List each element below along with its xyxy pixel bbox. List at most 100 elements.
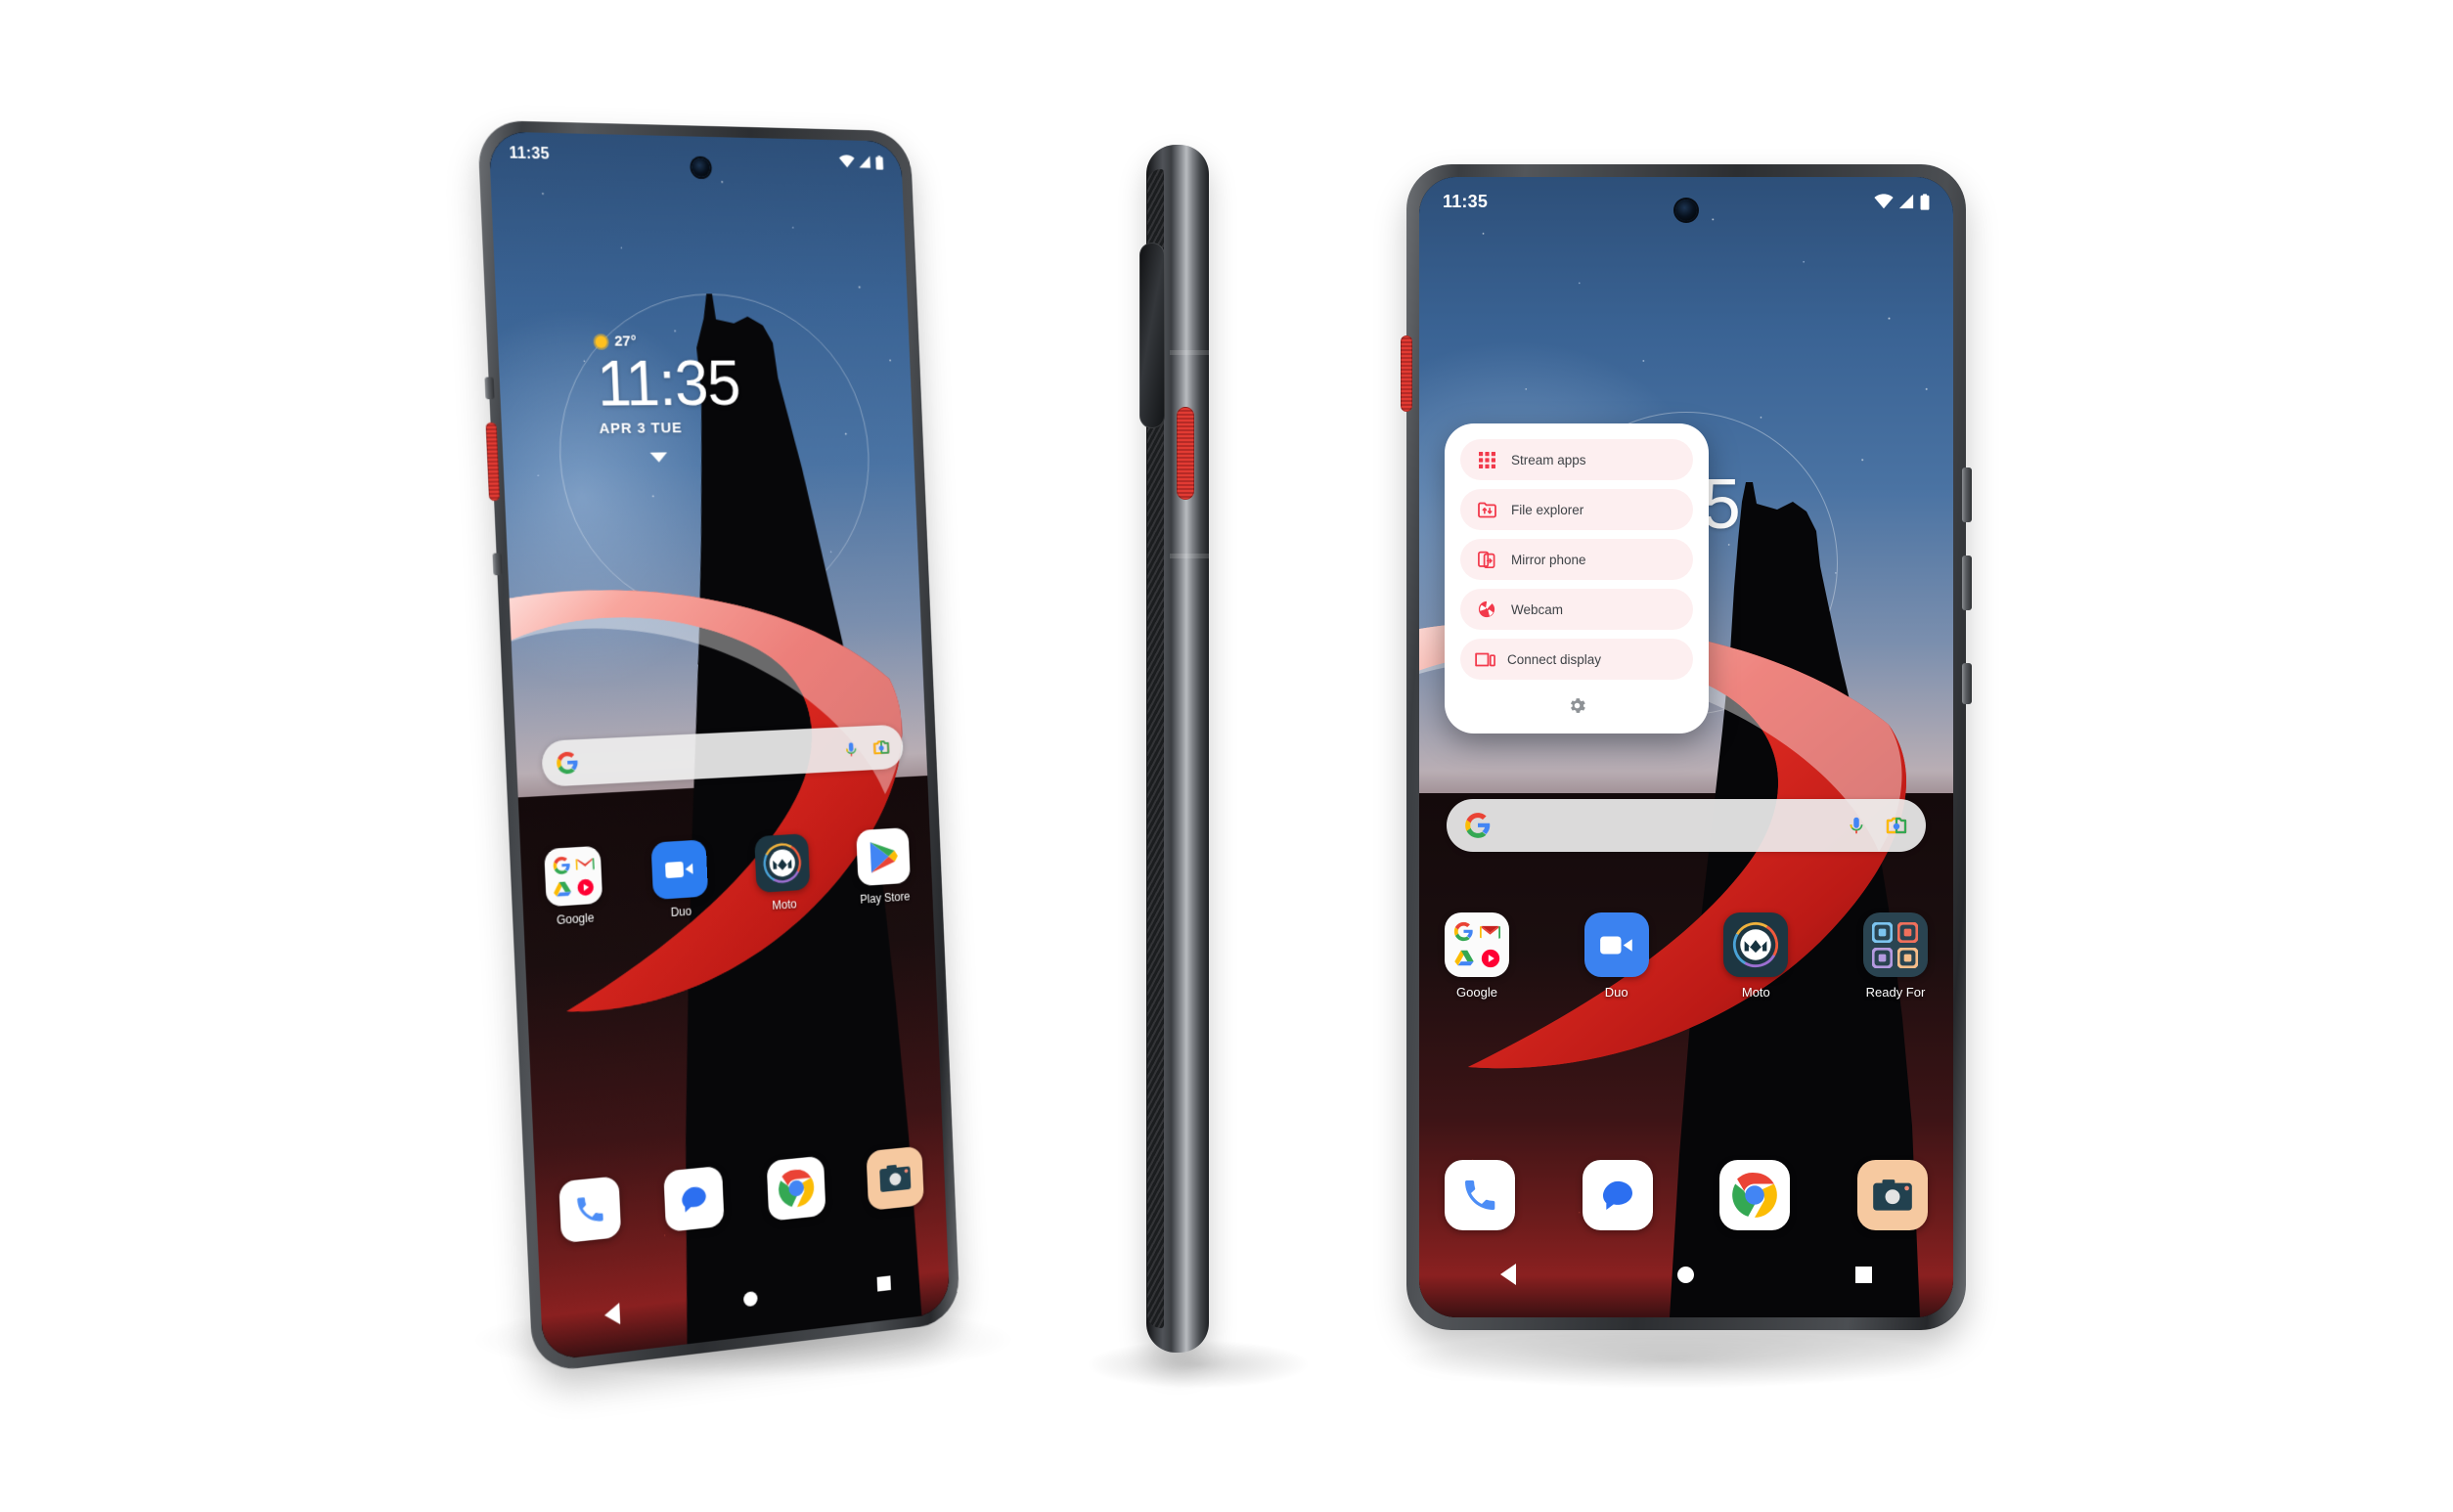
antenna-seam-top — [1170, 350, 1209, 355]
google-folder-icon — [544, 845, 603, 908]
gmail-icon — [1480, 925, 1500, 939]
camera-icon[interactable] — [866, 1145, 924, 1212]
volume-down-button[interactable] — [1962, 556, 1972, 610]
folder-cell-gmail — [1480, 924, 1500, 940]
home-icon[interactable] — [1676, 1266, 1694, 1283]
clock-widget-left[interactable]: 27° 11:35 APR 3 TUE — [595, 333, 742, 463]
handset-glyph — [1465, 1180, 1495, 1210]
folder-cell-drive — [553, 880, 572, 897]
app-google-folder[interactable]: Google — [544, 845, 603, 928]
home-icon[interactable] — [742, 1290, 758, 1307]
phone-handset-icon[interactable] — [558, 1176, 622, 1244]
ready-tile-blue — [1872, 921, 1894, 943]
ready-for-item-label: Stream apps — [1511, 452, 1586, 467]
folder-cell-gmail — [574, 856, 595, 871]
google-lens-icon[interactable] — [1885, 814, 1908, 837]
status-icons — [838, 155, 884, 170]
volume-up-button[interactable] — [1962, 467, 1972, 522]
chrome-icon[interactable] — [766, 1155, 826, 1222]
connect-display-icon — [1473, 652, 1496, 667]
wifi-icon — [838, 155, 855, 168]
app-duo[interactable]: Duo — [1583, 912, 1649, 1000]
ready-for-folder-icon — [1862, 912, 1928, 977]
status-icons — [1874, 193, 1930, 210]
app-label: Duo — [1604, 985, 1628, 1000]
assistant-button[interactable] — [1962, 663, 1972, 704]
camera-bump — [1139, 243, 1165, 428]
app-label: Moto — [772, 897, 797, 912]
gmail-icon — [574, 857, 595, 870]
camera-icon[interactable] — [1856, 1160, 1928, 1230]
ready-for-panel[interactable]: Stream apps File explorer Mirror phone W… — [1445, 423, 1709, 734]
chrome-icon[interactable] — [1719, 1160, 1791, 1230]
dock-right — [1445, 1160, 1928, 1230]
front-camera-punch-hole — [1675, 200, 1697, 221]
cellular-signal-icon — [1898, 194, 1914, 209]
microphone-icon[interactable] — [842, 739, 860, 759]
message-bubble-icon[interactable] — [663, 1165, 725, 1232]
google-g-icon — [1453, 921, 1473, 942]
gear-icon[interactable] — [1567, 689, 1587, 722]
ready-for-item-mirror-phone[interactable]: Mirror phone — [1460, 539, 1693, 580]
power-button[interactable] — [1401, 335, 1412, 412]
caret-down-icon[interactable] — [649, 452, 668, 463]
phone-handset-icon[interactable] — [1445, 1160, 1515, 1230]
ready-for-item-label: Connect display — [1507, 651, 1602, 667]
recents-icon[interactable] — [1855, 1266, 1873, 1283]
webcam-aperture-icon — [1476, 600, 1497, 618]
youtube-music-icon — [1481, 949, 1499, 967]
google-lens-icon[interactable] — [872, 737, 891, 758]
phone-left-display: 11:35 27° 11:35 APR 3 TUE Google Duo Mot… — [488, 131, 951, 1361]
wallpaper-right — [1419, 177, 1953, 1317]
moto-batwing-glyph — [760, 839, 804, 886]
cellular-signal-icon — [858, 156, 870, 168]
ready-for-item-label: Webcam — [1511, 601, 1564, 617]
front-camera-punch-hole — [691, 157, 711, 178]
app-grid-icon — [1476, 451, 1497, 468]
status-time: 11:35 — [1443, 191, 1489, 211]
microphone-icon[interactable] — [1846, 815, 1867, 836]
search-bar-left-group — [556, 750, 580, 776]
app-duo[interactable]: Duo — [650, 839, 708, 920]
ready-for-item-stream-apps[interactable]: Stream apps — [1460, 439, 1693, 480]
google-g-icon — [1465, 813, 1491, 838]
power-button[interactable] — [1177, 407, 1194, 500]
google-drive-icon — [1453, 950, 1474, 966]
ready-for-item-label: Mirror phone — [1511, 552, 1586, 567]
phone-left-front-angled: 11:35 27° 11:35 APR 3 TUE Google Duo Mot… — [476, 119, 960, 1374]
youtube-music-icon — [577, 878, 595, 897]
antenna-seam-bottom — [1170, 554, 1209, 558]
app-ready-for[interactable]: Ready For — [1862, 912, 1928, 1000]
chrome-glyph — [777, 1168, 815, 1210]
search-bar-right-group — [1846, 814, 1908, 837]
message-glyph — [1602, 1180, 1632, 1210]
moto-logo-icon — [1723, 912, 1789, 977]
status-bar-left: 11:35 — [488, 131, 902, 184]
app-google-folder[interactable]: Google — [1445, 912, 1509, 1000]
google-search-bar-right[interactable] — [1447, 799, 1926, 852]
recents-icon[interactable] — [876, 1274, 891, 1292]
folder-cell-youtube-music — [576, 878, 595, 897]
app-play-store[interactable]: Play Store — [856, 827, 912, 907]
battery-icon — [1920, 193, 1930, 210]
google-g-icon — [553, 856, 570, 874]
ready-for-item-connect-display[interactable]: Connect display — [1460, 639, 1693, 680]
volume-button-lower[interactable] — [492, 553, 503, 576]
video-camera-glyph — [1599, 936, 1632, 954]
volume-button-upper[interactable] — [484, 377, 495, 400]
message-bubble-icon[interactable] — [1582, 1160, 1653, 1230]
ready-for-item-file-explorer[interactable]: File explorer — [1460, 489, 1693, 530]
mirror-phone-icon — [1476, 551, 1497, 569]
folder-cell-search — [1453, 921, 1474, 942]
phone-right-shadow — [1399, 1330, 1946, 1389]
clock-time: 11:35 — [595, 347, 741, 420]
app-moto[interactable]: Moto — [754, 833, 811, 913]
ready-for-item-webcam[interactable]: Webcam — [1460, 589, 1693, 630]
back-icon[interactable] — [603, 1302, 621, 1326]
back-icon[interactable] — [1499, 1264, 1516, 1285]
phone-center-side — [1139, 145, 1209, 1353]
folder-cell-drive — [1453, 950, 1474, 966]
google-g-icon — [557, 751, 578, 775]
app-moto[interactable]: Moto — [1723, 912, 1789, 1000]
phone-right-front: 11:35 Stream apps File explorer Mirror p… — [1401, 164, 1972, 1330]
